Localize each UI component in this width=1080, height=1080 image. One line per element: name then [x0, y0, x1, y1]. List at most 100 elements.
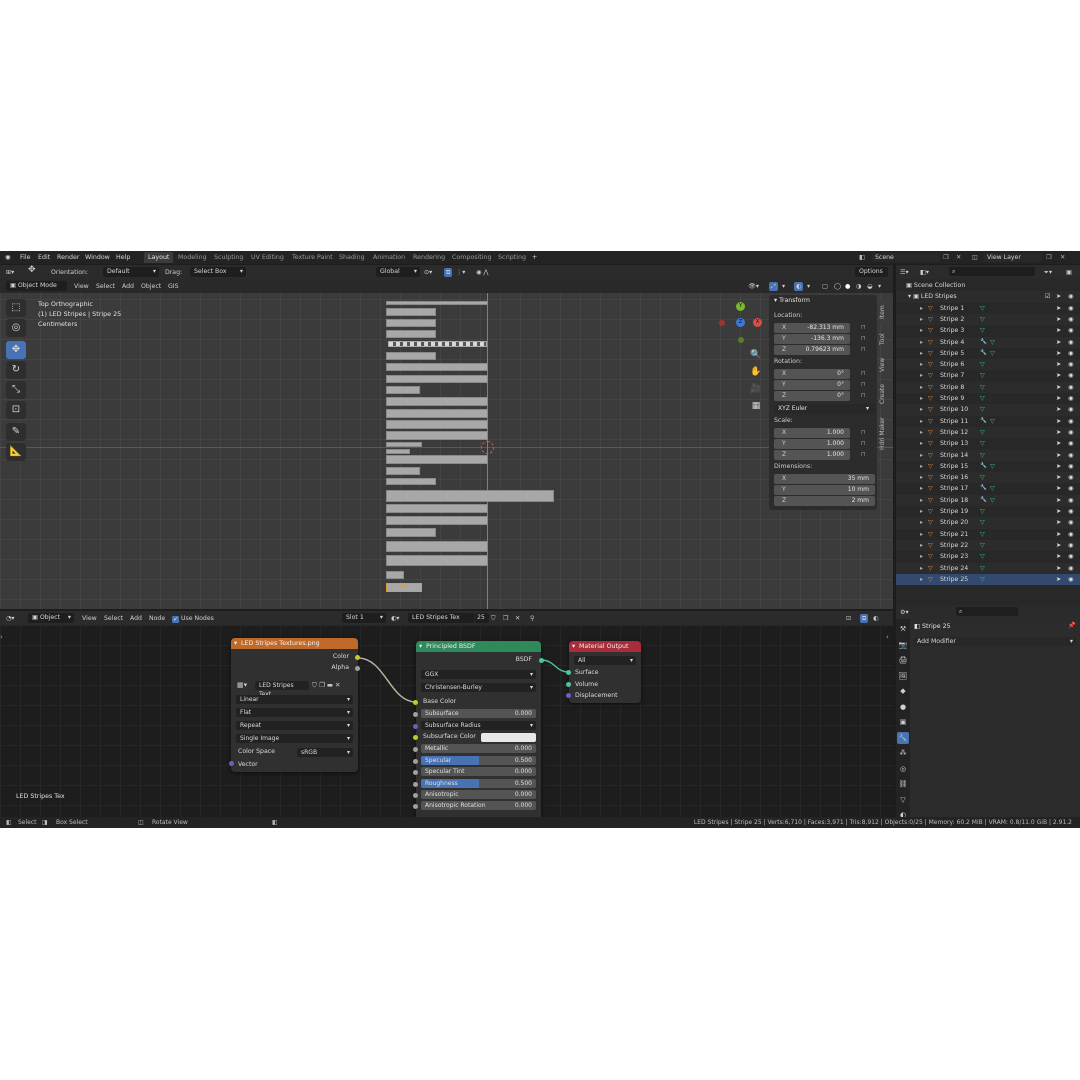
gizmo-neg-x-icon[interactable] [719, 320, 725, 326]
constraints-icon[interactable]: ⛓ [897, 778, 909, 790]
menu-gis[interactable]: GIS [168, 282, 179, 291]
select-arrow-icon[interactable]: ➤ [1056, 517, 1061, 528]
eye-icon[interactable]: ◉ [1068, 540, 1073, 551]
measure-tool-icon[interactable]: 📐 [6, 443, 26, 461]
stripe-mesh-22[interactable] [386, 541, 488, 552]
expand-arrow-icon[interactable]: ▸ [920, 382, 923, 393]
menu-add[interactable]: Add [122, 282, 134, 291]
base-color-input-socket[interactable] [413, 700, 418, 705]
outliner-item[interactable]: ▸ ▽ Stripe 10 ▽ ➤ ◉ [896, 404, 1080, 416]
modifier-icon[interactable]: 🔧 [980, 416, 987, 427]
mesh-data-icon[interactable]: ▽ [980, 404, 985, 415]
transform-space-dropdown[interactable]: Global ▾ [376, 267, 420, 277]
outliner-item[interactable]: ▸ ▽ Stripe 15 🔧 ▽ ➤ ◉ [896, 461, 1080, 472]
scene-field[interactable]: Scene [872, 253, 940, 262]
outliner-item[interactable]: ▸ ▽ Stripe 19 ▽ ➤ ◉ [896, 506, 1080, 517]
lock-icon[interactable]: ⊓ [861, 380, 866, 390]
expand-arrow-icon[interactable]: ▸ [920, 529, 923, 540]
stripe-mesh-4[interactable] [386, 330, 436, 338]
eye-icon[interactable]: ◉ [1068, 427, 1073, 438]
data-icon[interactable]: ▽ [897, 794, 909, 806]
stripe-mesh-12[interactable] [386, 431, 488, 440]
camera-icon[interactable]: 🎥 [749, 381, 763, 398]
tool-icon[interactable]: ⚒ [897, 623, 909, 635]
eye-icon[interactable]: ◉ [1068, 303, 1073, 314]
node-overlay-icon[interactable]: ◐ [873, 614, 878, 623]
menu-window[interactable]: Window [85, 253, 110, 262]
sidebar-tab-hdri-maker[interactable]: Hdri Maker [879, 411, 891, 457]
eye-icon[interactable]: ◉ [1068, 393, 1073, 404]
outliner-item[interactable]: ▸ ▽ Stripe 9 ▽ ➤ ◉ [896, 393, 1080, 404]
filter-icon[interactable]: ⏷▾ [1044, 268, 1052, 277]
expand-arrow-icon[interactable]: ▸ [920, 325, 923, 336]
shader-type-dropdown[interactable]: ▣ Object ▾ [28, 613, 74, 623]
sidebar-tab-view[interactable]: View [879, 353, 891, 377]
tab-layout[interactable]: Layout [144, 252, 174, 263]
rendered-shading-icon[interactable]: ◒ [867, 282, 872, 291]
material-users-count[interactable]: 25 [475, 613, 489, 623]
tab-sculpting[interactable]: Sculpting [210, 252, 247, 263]
outliner-item[interactable]: ▸ ▽ Stripe 1 ▽ ➤ ◉ [896, 303, 1080, 314]
modifier-icon[interactable]: 🔧 [980, 348, 987, 359]
scale-y-field[interactable]: Y 1.000 [774, 439, 850, 449]
modifier-icon[interactable]: 🔧 [980, 495, 987, 506]
mesh-data-icon[interactable]: ▽ [980, 529, 985, 540]
stripe-mesh-24[interactable] [386, 571, 404, 579]
eye-icon[interactable]: ◉ [1068, 461, 1073, 472]
specular-tint-input-socket[interactable] [413, 770, 418, 775]
pivot-icon[interactable]: ⊙▾ [424, 268, 432, 277]
bsdf-node-header[interactable]: ▾ Principled BSDF [416, 641, 541, 652]
fake-user-icon[interactable]: ⛉ [491, 614, 496, 623]
image-vector-input-socket[interactable] [229, 761, 234, 766]
add-modifier-dropdown[interactable]: Add Modifier ▾ [914, 637, 1076, 646]
select-arrow-icon[interactable]: ➤ [1056, 427, 1061, 438]
eye-icon[interactable]: ◉ [1068, 574, 1073, 585]
tab-rendering[interactable]: Rendering [409, 252, 449, 263]
outliner-item[interactable]: ▸ ▽ Stripe 11 🔧 ▽ ➤ ◉ [896, 416, 1080, 427]
outliner-editor-icon[interactable]: ☰▾ [900, 268, 909, 277]
mesh-data-icon[interactable]: ▽ [980, 359, 985, 370]
object-icon[interactable]: ▣ [897, 716, 909, 728]
physics-icon[interactable]: ◎ [897, 763, 909, 775]
mesh-data-icon[interactable]: ▽ [980, 450, 985, 461]
expand-arrow-icon[interactable]: ▸ [920, 506, 923, 517]
checkbox-icon[interactable]: ☑ [1045, 291, 1051, 302]
rotation-x-field[interactable]: X 0° [774, 369, 850, 379]
principled-bsdf-node[interactable]: ▾ Principled BSDF BSDF GGX ▾ Christensen-B… [416, 641, 541, 817]
outliner-scene-collection[interactable]: ▣ Scene Collection [896, 280, 1080, 291]
solid-shading-icon[interactable]: ● [845, 282, 850, 291]
eye-icon[interactable]: ◉ [1068, 291, 1073, 302]
select-arrow-icon[interactable]: ➤ [1056, 529, 1061, 540]
select-arrow-icon[interactable]: ➤ [1056, 325, 1061, 336]
outliner-item[interactable]: ▸ ▽ Stripe 13 ▽ ➤ ◉ [896, 438, 1080, 449]
metallic-input-socket[interactable] [413, 747, 418, 752]
menu-help[interactable]: Help [116, 253, 130, 262]
annotate-tool-icon[interactable]: ✎ [6, 423, 26, 441]
orientation-dropdown[interactable]: Default ▾ [103, 267, 159, 277]
outliner-item[interactable]: ▸ ▽ Stripe 22 ▽ ➤ ◉ [896, 539, 1080, 552]
eye-icon[interactable]: ◉ [1068, 404, 1073, 415]
image-texture-node[interactable]: ▾ LED Stripes Textures.png Color Alpha ▦▾… [231, 638, 358, 772]
outliner-item[interactable]: ▸ ▽ Stripe 20 ▽ ➤ ◉ [896, 517, 1080, 529]
select-arrow-icon[interactable]: ➤ [1056, 483, 1061, 494]
stripe-mesh-23[interactable] [386, 555, 488, 566]
gizmo-x-icon[interactable]: X [753, 318, 762, 327]
stripe-mesh-18[interactable] [386, 490, 554, 502]
expand-arrow-icon[interactable]: ▸ [920, 563, 923, 574]
eye-icon[interactable]: ◉ [1068, 314, 1073, 325]
eye-icon[interactable]: ◉ [1068, 382, 1073, 393]
subsurface-slider[interactable]: Subsurface 0.000 [421, 709, 536, 718]
stripe-mesh-3[interactable] [386, 319, 436, 327]
lock-icon[interactable]: ⊓ [861, 439, 866, 449]
anisotropic-rotation-slider[interactable]: Anisotropic Rotation 0.000 [421, 801, 536, 810]
tab-scripting[interactable]: Scripting [494, 252, 530, 263]
select-arrow-icon[interactable]: ➤ [1056, 506, 1061, 517]
expand-arrow-icon[interactable]: ▸ [920, 416, 923, 427]
specular-input-socket[interactable] [413, 759, 418, 764]
gizmo-neg-y-icon[interactable] [738, 337, 744, 343]
xray-icon[interactable]: ▢ [822, 282, 828, 291]
modifier-icon[interactable]: 🔧 [980, 461, 987, 472]
cursor-tool-icon[interactable]: ◎ [6, 319, 26, 337]
mesh-data-icon[interactable]: ▽ [980, 382, 985, 393]
eye-icon[interactable]: ◉ [1068, 517, 1073, 528]
